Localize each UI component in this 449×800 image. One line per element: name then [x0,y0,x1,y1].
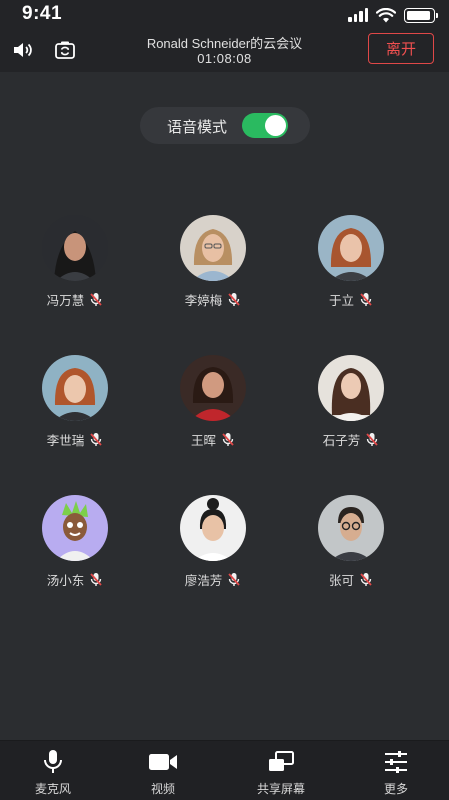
participant-info: 于立 [291,290,411,309]
participant-name: 于立 [328,293,354,308]
participant-info: 李世瑞 [15,430,135,449]
microphone-icon [44,750,62,773]
participant-tile[interactable]: 李婷梅 [153,215,273,325]
meeting-header: Ronald Schneider的云会议 01:08:08 离开 [0,30,449,72]
participant-tile[interactable]: 冯万慧 [15,215,135,325]
video-camera-icon [149,754,177,770]
participant-name: 张可 [328,573,354,588]
participant-name: 廖浩芳 [184,573,223,588]
mic-muted-icon [90,573,102,586]
status-time: 9:41 [22,3,63,24]
battery-fill [407,10,430,20]
participant-tile[interactable]: 于立 [291,215,411,325]
wifi-icon [376,7,396,22]
settings-sliders-icon [385,751,407,773]
mic-muted-icon [360,573,372,586]
participant-name: 石子芳 [322,433,361,448]
signal-icon [348,8,368,22]
participant-tile[interactable]: 王晖 [153,355,273,465]
participant-tile[interactable]: 汤小东 [15,495,135,605]
leave-button[interactable]: 离开 [368,33,434,64]
avatar [318,355,384,421]
more-button[interactable]: 更多 [351,749,441,797]
participant-info: 王晖 [153,430,273,449]
participant-name: 李婷梅 [184,293,223,308]
participant-info: 廖浩芳 [153,570,273,589]
avatar [318,215,384,281]
participant-name: 王晖 [190,433,216,448]
mic-muted-icon [228,293,240,306]
battery-icon [404,7,438,23]
mic-muted-icon [222,433,234,446]
video-label: 视频 [150,782,175,796]
participant-info: 汤小东 [15,570,135,589]
status-bar: 9:41 [0,0,449,30]
avatar [42,215,108,281]
share-screen-icon [269,751,294,771]
voice-mode-label: 语音模式 [167,118,228,136]
avatar [42,495,108,561]
participant-info: 李婷梅 [153,290,273,309]
voice-mode-control: 语音模式 [140,107,310,144]
participant-name: 汤小东 [46,573,85,588]
participant-tile[interactable]: 李世瑞 [15,355,135,465]
participant-info: 冯万慧 [15,290,135,309]
avatar [318,495,384,561]
share-screen-button[interactable]: 共享屏幕 [236,749,326,797]
mic-muted-icon [90,293,102,306]
microphone-label: 麦克风 [34,782,71,796]
toggle-knob [265,115,286,136]
voice-mode-toggle[interactable] [242,113,288,138]
video-button[interactable]: 视频 [118,749,208,797]
participant-tile[interactable]: 廖浩芳 [153,495,273,605]
participant-info: 张可 [291,570,411,589]
participant-info: 石子芳 [291,430,411,449]
mic-muted-icon [90,433,102,446]
participant-tile[interactable]: 石子芳 [291,355,411,465]
avatar [180,495,246,561]
avatar [180,215,246,281]
status-icons [348,6,438,24]
participant-name: 李世瑞 [46,433,85,448]
mic-muted-icon [228,573,240,586]
avatar [42,355,108,421]
mic-muted-icon [366,433,378,446]
participant-name: 冯万慧 [46,293,85,308]
more-label: 更多 [383,782,408,796]
participant-tile[interactable]: 张可 [291,495,411,605]
mic-muted-icon [360,293,372,306]
share-screen-label: 共享屏幕 [256,782,305,796]
bottom-toolbar: 麦克风 视频 共享屏幕 更多 [0,740,449,800]
microphone-button[interactable]: 麦克风 [8,749,98,797]
avatar [180,355,246,421]
